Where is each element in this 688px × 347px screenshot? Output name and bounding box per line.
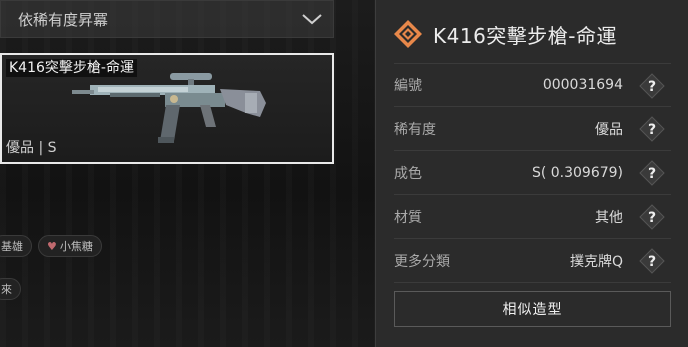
rarity-diamond-icon bbox=[394, 20, 422, 48]
row-value: 撲克牌Q bbox=[569, 253, 623, 270]
detail-row-wear: 成色 S( 0.309679) ? bbox=[394, 151, 671, 195]
svg-text:?: ? bbox=[648, 254, 656, 270]
similar-style-label: 相似造型 bbox=[502, 302, 563, 318]
item-quality: 優品 | S bbox=[6, 140, 57, 156]
tag-partial[interactable]: 基雄 bbox=[0, 235, 32, 257]
tag-more-label: 來 bbox=[1, 283, 12, 296]
help-icon[interactable]: ? bbox=[639, 204, 665, 230]
row-value: 優品 bbox=[595, 121, 623, 138]
item-name: K416突擊步槍-命運 bbox=[6, 59, 137, 77]
tag-more[interactable]: 來 bbox=[0, 278, 21, 300]
chevron-down-icon bbox=[302, 14, 322, 25]
tag-favorite[interactable]: ♥ 小焦糖 bbox=[38, 235, 102, 257]
help-icon[interactable]: ? bbox=[639, 73, 665, 99]
help-icon[interactable]: ? bbox=[639, 160, 665, 186]
row-label: 材質 bbox=[394, 209, 422, 226]
row-value: 其他 bbox=[595, 209, 623, 226]
help-icon[interactable]: ? bbox=[639, 116, 665, 142]
row-value: S( 0.309679) bbox=[531, 164, 623, 181]
row-value: 000031694 bbox=[542, 77, 623, 93]
detail-title: K416突擊步槍-命運 bbox=[433, 23, 618, 48]
row-label: 稀有度 bbox=[394, 121, 436, 138]
sort-dropdown[interactable]: 依稀有度昇冪 bbox=[0, 0, 334, 38]
detail-row-rarity: 稀有度 優品 ? bbox=[394, 107, 671, 151]
detail-panel: K416突擊步槍-命運 編號 000031694 ? 稀有度 優品 ? 成色 S… bbox=[375, 0, 688, 347]
heart-icon: ♥ bbox=[47, 239, 57, 253]
detail-row-category: 更多分類 撲克牌Q ? bbox=[394, 239, 671, 283]
detail-row-material: 材質 其他 ? bbox=[394, 195, 671, 239]
detail-rows: 編號 000031694 ? 稀有度 優品 ? 成色 S( 0.309679) … bbox=[394, 63, 671, 283]
similar-style-button[interactable]: 相似造型 bbox=[394, 291, 671, 327]
tag-partial-label: 基雄 bbox=[1, 240, 23, 253]
rifle-image bbox=[72, 73, 266, 143]
sort-label: 依稀有度昇冪 bbox=[18, 10, 109, 29]
item-card[interactable]: K416突擊步槍-命運 優品 | S bbox=[0, 53, 334, 164]
detail-row-id: 編號 000031694 ? bbox=[394, 63, 671, 107]
svg-text:?: ? bbox=[648, 79, 656, 95]
svg-text:?: ? bbox=[648, 166, 656, 182]
row-label: 更多分類 bbox=[394, 253, 450, 270]
row-label: 編號 bbox=[394, 78, 422, 94]
row-label: 成色 bbox=[394, 165, 422, 182]
detail-header: K416突擊步槍-命運 bbox=[393, 19, 617, 49]
tag-row: 基雄 ♥ 小焦糖 bbox=[0, 235, 102, 257]
tag-favorite-label: 小焦糖 bbox=[59, 240, 93, 253]
left-panel: 依稀有度昇冪 K416突擊步槍-命運 優品 | S 基雄 ♥ 小焦糖 來 bbox=[0, 0, 375, 347]
svg-text:?: ? bbox=[648, 210, 656, 226]
help-icon[interactable]: ? bbox=[639, 248, 665, 274]
svg-text:?: ? bbox=[648, 122, 656, 138]
